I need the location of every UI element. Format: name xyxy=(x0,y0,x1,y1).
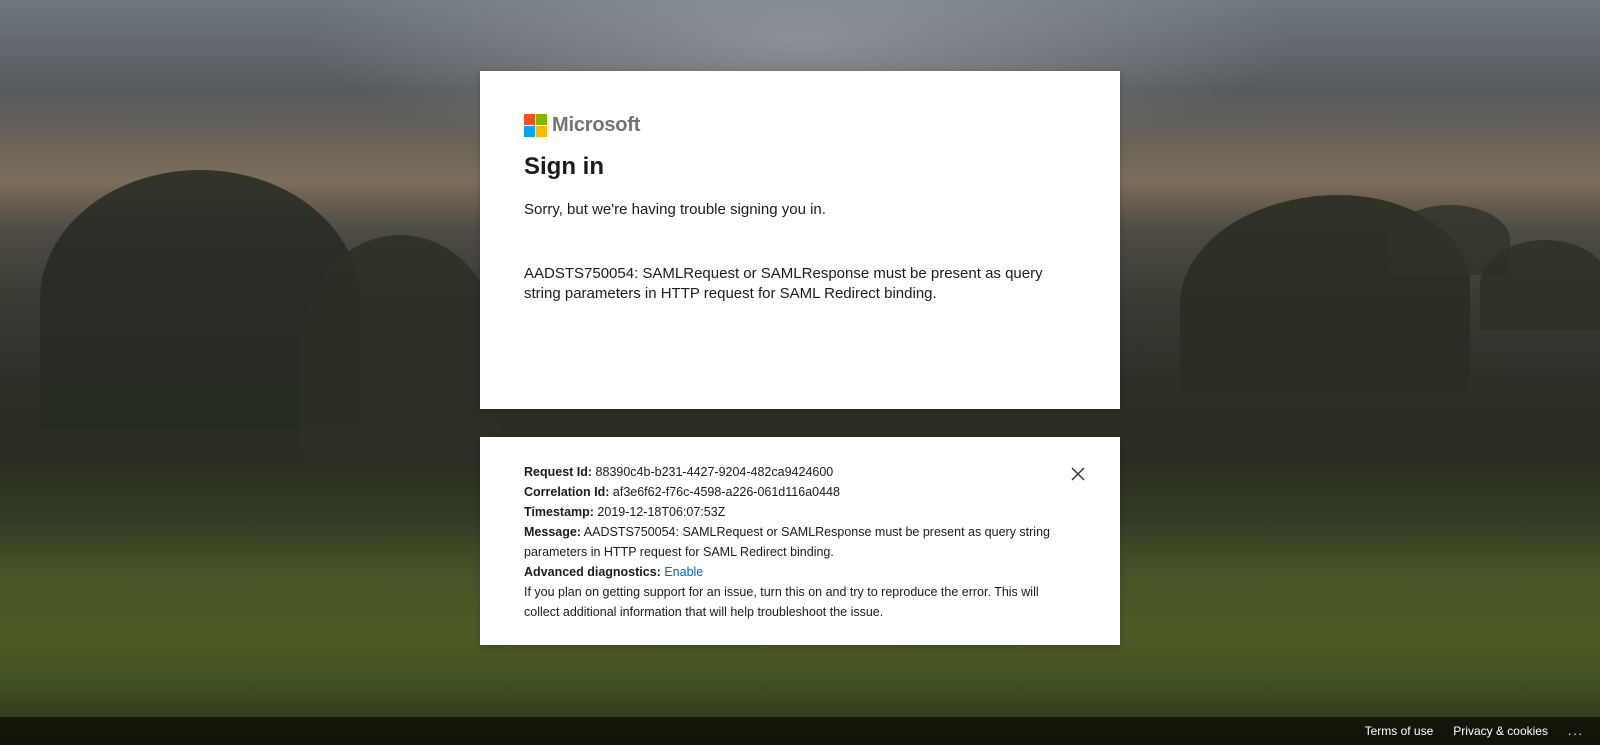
request-id-row: Request Id: 88390c4b-b231-4427-9204-482c… xyxy=(524,462,1074,482)
diagnostics-details: Request Id: 88390c4b-b231-4427-9204-482c… xyxy=(524,462,1074,622)
background-hill xyxy=(300,235,500,465)
correlation-id-value: af3e6f62-f76c-4598-a226-061d116a0448 xyxy=(612,485,840,499)
error-message: AADSTS750054: SAMLRequest or SAMLRespons… xyxy=(524,265,1043,302)
footer-bar: Terms of use Privacy & cookies ... xyxy=(0,717,1600,745)
message-value: AADSTS750054: SAMLRequest or SAMLRespons… xyxy=(524,525,1050,559)
background-hill xyxy=(1480,240,1600,330)
timestamp-row: Timestamp: 2019-12-18T06:07:53Z xyxy=(524,502,1074,522)
enable-diagnostics-link[interactable]: Enable xyxy=(664,565,703,579)
more-options-icon[interactable]: ... xyxy=(1568,724,1584,738)
timestamp-label: Timestamp: xyxy=(524,505,594,519)
diagnostics-panel: Request Id: 88390c4b-b231-4427-9204-482c… xyxy=(480,437,1120,645)
correlation-id-row: Correlation Id: af3e6f62-f76c-4598-a226-… xyxy=(524,482,1074,502)
timestamp-value: 2019-12-18T06:07:53Z xyxy=(597,505,726,519)
advanced-diagnostics-label: Advanced diagnostics: xyxy=(524,565,661,579)
footer-links: Terms of use Privacy & cookies ... xyxy=(1365,724,1584,738)
microsoft-logo: Microsoft xyxy=(524,114,640,137)
error-subtitle: Sorry, but we're having trouble signing … xyxy=(524,201,826,218)
microsoft-logo-icon xyxy=(524,114,547,137)
terms-of-use-link[interactable]: Terms of use xyxy=(1365,724,1434,738)
request-id-label: Request Id: xyxy=(524,465,593,479)
correlation-id-label: Correlation Id: xyxy=(524,485,610,499)
sign-in-card: Microsoft Sign in Sorry, but we're havin… xyxy=(480,71,1120,409)
page-title: Sign in xyxy=(524,153,604,180)
privacy-cookies-link[interactable]: Privacy & cookies xyxy=(1453,724,1548,738)
brand-name: Microsoft xyxy=(552,114,641,136)
advanced-diagnostics-row: Advanced diagnostics: Enable xyxy=(524,562,1074,582)
diagnostics-help-text: If you plan on getting support for an is… xyxy=(524,585,1039,619)
request-id-value: 88390c4b-b231-4427-9204-482ca9424600 xyxy=(595,465,834,479)
message-row: Message: AADSTS750054: SAMLRequest or SA… xyxy=(524,522,1074,562)
message-label: Message: xyxy=(524,525,581,539)
